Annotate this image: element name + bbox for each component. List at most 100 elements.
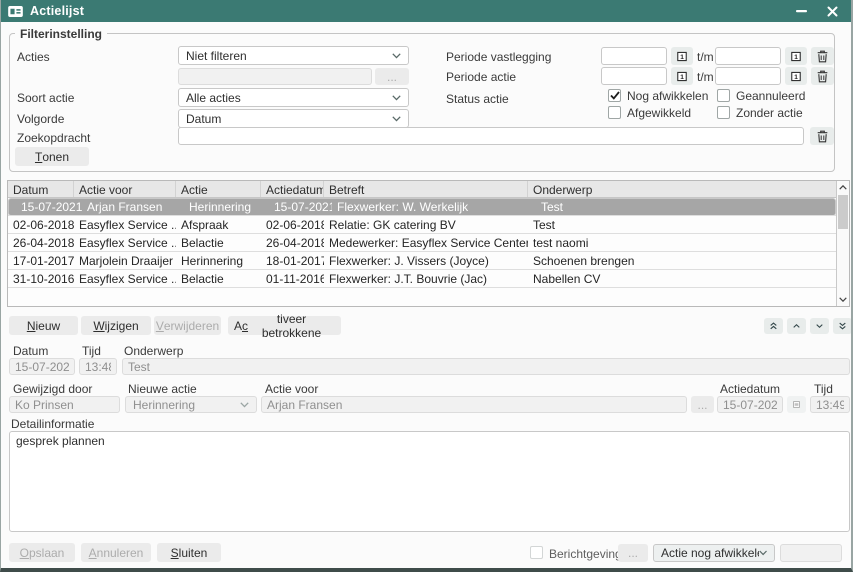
table-cell: Test: [536, 200, 828, 214]
title-bar: Actielijst: [1, 0, 851, 22]
acties-browse-button[interactable]: ...: [375, 68, 409, 85]
table-row[interactable]: 26-04-2018Easyflex Service ...Belactie26…: [8, 234, 836, 252]
column-header[interactable]: Datum: [8, 181, 74, 197]
checkbox-geannuleerd[interactable]: [717, 89, 730, 102]
chevron-down-icon: [392, 95, 401, 101]
actions-table: DatumActie voorActieActiedatumBetreftOnd…: [7, 180, 850, 307]
previous-record-button[interactable]: [787, 318, 806, 334]
trash-icon: [817, 70, 828, 83]
column-header[interactable]: Actie: [176, 181, 261, 197]
table-cell: 01-11-2016: [261, 270, 324, 287]
table-header: DatumActie voorActieActiedatumBetreftOnd…: [8, 181, 836, 198]
table-cell: Relatie: GK catering BV: [324, 216, 528, 233]
geannuleerd-label: Geannuleerd: [736, 90, 805, 103]
actie-voor-browse-button[interactable]: ...: [691, 396, 714, 413]
checkbox-afgewikkeld[interactable]: [608, 106, 621, 119]
acties-label: Acties: [17, 51, 50, 64]
last-record-button[interactable]: [833, 318, 852, 334]
table-cell: Arjan Fransen: [82, 200, 184, 214]
scroll-thumb[interactable]: [838, 195, 848, 229]
periode-vastlegging-to-input[interactable]: [715, 47, 781, 65]
acties-select[interactable]: Niet filteren: [178, 46, 409, 65]
table-row[interactable]: 15-07-2021Arjan FransenHerinnering15-07-…: [8, 198, 836, 216]
actiedatum-calendar-button[interactable]: [787, 396, 806, 413]
periode-actie-to-input[interactable]: [715, 67, 781, 85]
berichtgeving-browse-button[interactable]: ...: [618, 544, 648, 562]
periode-actie-from-calendar-button[interactable]: 1: [671, 67, 693, 85]
tijd-input[interactable]: [79, 358, 117, 375]
column-header[interactable]: Actie voor: [74, 181, 176, 197]
nieuwe-actie-select[interactable]: Herinnering: [125, 396, 257, 413]
actiedatum-label: Actiedatum: [720, 383, 780, 396]
gewijzigd-door-input[interactable]: [9, 396, 120, 413]
table-cell: 17-01-2017: [8, 252, 74, 269]
tijd-label: Tijd: [82, 345, 101, 358]
next-record-button[interactable]: [810, 318, 829, 334]
activeer-betrokkene-button[interactable]: Activeer betrokkene: [228, 316, 341, 335]
minimize-button[interactable]: [789, 0, 813, 22]
table-cell: 15-07-2021: [269, 200, 332, 214]
periode-vastlegging-label: Periode vastlegging: [446, 51, 551, 64]
close-button[interactable]: [820, 0, 844, 22]
berichtgeving-label: Berichtgeving: [549, 548, 622, 561]
table-cell: Nabellen CV: [528, 270, 836, 287]
table-cell: Flexwerker: J. Vissers (Joyce): [324, 252, 528, 269]
status-actie-label: Status actie: [446, 93, 509, 106]
chevron-down-icon: [759, 550, 767, 556]
actiedatum-input[interactable]: [717, 396, 783, 413]
first-record-button[interactable]: [764, 318, 783, 334]
table-scrollbar[interactable]: [836, 181, 849, 306]
tonen-button[interactable]: Tonen: [15, 147, 89, 166]
table-body: 15-07-2021Arjan FransenHerinnering15-07-…: [8, 198, 849, 288]
periode-vastlegging-from-calendar-button[interactable]: 1: [671, 47, 693, 65]
datum-label: Datum: [13, 345, 48, 358]
zoekopdracht-clear-button[interactable]: [810, 127, 834, 145]
checkbox-zonder-actie[interactable]: [717, 106, 730, 119]
column-header[interactable]: Actiedatum: [261, 181, 324, 197]
acties-sub-input[interactable]: [178, 68, 372, 85]
actielijst-window: Actielijst Filterinstelling Acties Niet …: [0, 0, 853, 572]
volgorde-select[interactable]: Datum: [178, 109, 409, 128]
checkbox-berichtgeving[interactable]: [530, 546, 543, 559]
periode-actie-from-input[interactable]: [601, 67, 667, 85]
wijzigen-button[interactable]: Wijzigen: [81, 316, 151, 335]
soort-actie-select[interactable]: Alle acties: [178, 88, 409, 107]
trash-icon: [817, 50, 828, 63]
nog-afwikkelen-label: Nog afwikkelen: [627, 90, 708, 103]
actie-voor-input[interactable]: [261, 396, 687, 413]
table-cell: Flexwerker: J.T. Bouvrie (Jac): [324, 270, 528, 287]
column-header[interactable]: Onderwerp: [528, 181, 836, 197]
onderwerp-input[interactable]: [122, 358, 850, 375]
datum-input[interactable]: [9, 358, 75, 375]
zoekopdracht-input[interactable]: [178, 127, 804, 145]
periode-vastlegging-clear-button[interactable]: [811, 47, 834, 65]
actie-status-select[interactable]: Actie nog afwikkeler: [653, 544, 775, 562]
periode-actie-clear-button[interactable]: [811, 67, 834, 85]
table-cell: 26-04-2018: [8, 234, 74, 251]
nieuw-button[interactable]: Nieuw: [9, 316, 78, 335]
periode-vastlegging-from-input[interactable]: [601, 47, 667, 65]
table-cell: Herinnering: [176, 252, 261, 269]
table-cell: Easyflex Service ...: [74, 216, 176, 233]
table-row[interactable]: 02-06-2018Easyflex Service ...Afspraak02…: [8, 216, 836, 234]
scroll-up-arrow[interactable]: [837, 181, 849, 194]
table-row[interactable]: 31-10-2016Easyflex Service ...Belactie01…: [8, 270, 836, 288]
sluiten-button[interactable]: Sluiten: [157, 543, 221, 562]
verwijderen-button[interactable]: Verwijderen: [154, 316, 221, 335]
svg-text:1: 1: [794, 54, 798, 61]
tijd-actie-input[interactable]: [810, 396, 850, 413]
detailinformatie-textarea[interactable]: gesprek plannen: [9, 431, 850, 532]
periode-vastlegging-to-calendar-button[interactable]: 1: [785, 47, 807, 65]
table-cell: Belactie: [176, 234, 261, 251]
periode-actie-to-calendar-button[interactable]: 1: [785, 67, 807, 85]
periode-actie-label: Periode actie: [446, 71, 516, 84]
svg-text:1: 1: [794, 74, 798, 81]
column-header[interactable]: Betreft: [324, 181, 528, 197]
window-icon: [8, 6, 23, 17]
footer-extra-input[interactable]: [780, 544, 842, 562]
table-row[interactable]: 17-01-2017Marjolein DraaijerHerinnering1…: [8, 252, 836, 270]
opslaan-button[interactable]: Opslaan: [9, 543, 75, 562]
annuleren-button[interactable]: Annuleren: [81, 543, 151, 562]
scroll-down-arrow[interactable]: [837, 293, 849, 306]
checkbox-nog-afwikkelen[interactable]: [608, 89, 621, 102]
